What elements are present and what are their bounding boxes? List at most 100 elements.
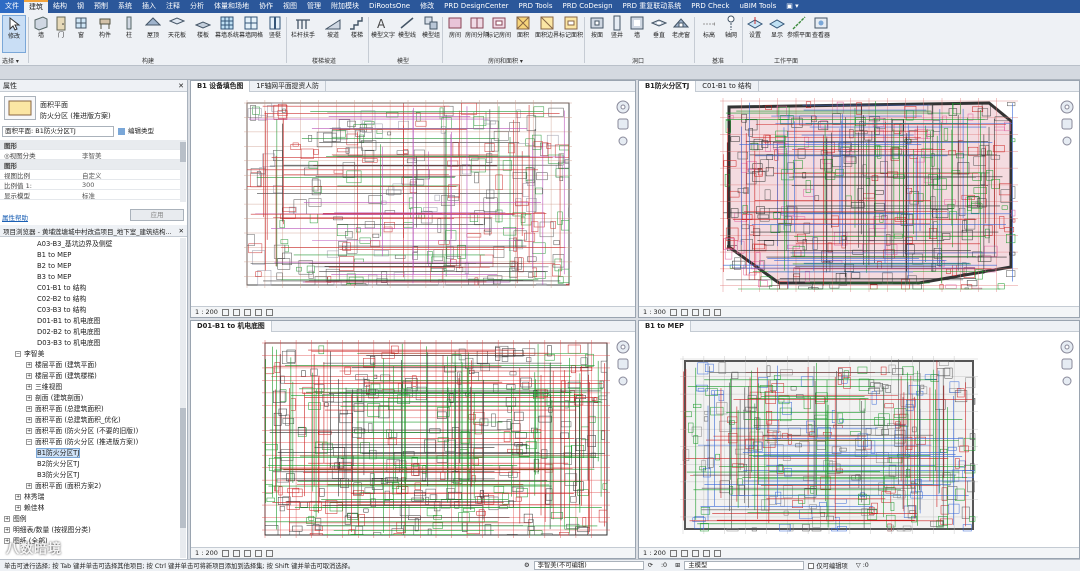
tab-prd-link[interactable]: PRD 重复联动系统: [618, 0, 687, 13]
component-button[interactable]: 构件: [94, 15, 116, 39]
browser-tree-item[interactable]: C01-B1 to 结构: [37, 283, 86, 294]
tab-analyze[interactable]: 分析: [185, 0, 209, 13]
expand-toggle-icon[interactable]: +: [4, 527, 10, 533]
browser-tree-item[interactable]: − 李智美: [15, 349, 44, 360]
editable-only-toggle[interactable]: 仅可编辑项: [804, 561, 851, 570]
ramp-button[interactable]: 坡道: [322, 15, 344, 39]
browser-tree-item[interactable]: + 楼层平面 (建筑平面): [26, 360, 97, 371]
browser-tree-item[interactable]: B3防火分区TJ: [37, 470, 79, 481]
tab-structure[interactable]: 结构: [48, 0, 72, 13]
view-top-left[interactable]: B1 设备填色图 1F轴网平面提资人防 1 : 200: [190, 80, 636, 318]
shadows-icon[interactable]: [702, 549, 710, 557]
viewer-button[interactable]: 查看器: [810, 15, 832, 39]
design-option-selector[interactable]: 主模型: [684, 561, 805, 570]
browser-tree-item[interactable]: − 面积平面 (防火分区 (推进版方案)): [26, 437, 138, 448]
tab-prd-tools[interactable]: PRD Tools: [514, 0, 558, 13]
prop-row-view-scale[interactable]: 视图比例 自定义: [0, 170, 180, 180]
detail-level-icon[interactable]: [669, 549, 677, 557]
expand-toggle-icon[interactable]: +: [4, 516, 10, 522]
navigation-bar[interactable]: [1060, 99, 1074, 153]
close-icon[interactable]: ✕: [178, 82, 184, 90]
tab-annotate[interactable]: 注释: [161, 0, 185, 13]
tab-view[interactable]: 视图: [278, 0, 302, 13]
expand-toggle-icon[interactable]: +: [26, 483, 32, 489]
browser-tree-item[interactable]: + 三维视图: [26, 382, 62, 393]
expand-toggle-icon[interactable]: +: [26, 373, 32, 379]
detail-level-icon[interactable]: [221, 549, 229, 557]
visual-style-icon[interactable]: [232, 549, 240, 557]
view-scale[interactable]: 1 : 200: [195, 308, 218, 316]
column-button[interactable]: 柱: [118, 15, 140, 39]
browser-tree-item[interactable]: D01-B1 to 机电底图: [37, 316, 100, 327]
area-button[interactable]: 面积: [512, 15, 534, 39]
sun-path-icon[interactable]: [243, 549, 251, 557]
sun-path-icon[interactable]: [691, 308, 699, 316]
area-boundary-button[interactable]: 面积边界: [535, 15, 559, 39]
show-workplane-button[interactable]: 显示: [766, 15, 788, 39]
door-button[interactable]: 门: [50, 15, 72, 39]
tab-massing[interactable]: 体量和场地: [209, 0, 254, 13]
select-dropdown[interactable]: 选择 ▾: [2, 56, 19, 65]
tab-insert[interactable]: 插入: [137, 0, 161, 13]
navigation-bar[interactable]: [616, 99, 630, 153]
expand-toggle-icon[interactable]: −: [15, 351, 21, 357]
browser-scrollbar[interactable]: [180, 238, 186, 558]
view-scale[interactable]: 1 : 200: [195, 549, 218, 557]
navigation-bar[interactable]: [1060, 339, 1074, 393]
browser-tree-item[interactable]: + 楼层平面 (建筑楼梯): [26, 371, 97, 382]
browser-tree-item[interactable]: C02-B2 to 结构: [37, 294, 86, 305]
design-option-icon[interactable]: ⊞: [671, 562, 684, 569]
instance-selector[interactable]: 面积平面: B1防火分区TJ: [2, 126, 114, 137]
expand-toggle-icon[interactable]: +: [26, 395, 32, 401]
browser-tree-item[interactable]: B2防火分区TJ: [37, 459, 79, 470]
sync-icon[interactable]: ⟳: [644, 562, 657, 569]
tab-steel[interactable]: 钢: [72, 0, 89, 13]
browser-tree-item[interactable]: + 面积平面 (总建筑面积_优化): [26, 415, 121, 426]
view-tab[interactable]: B1防火分区TJ: [639, 81, 697, 92]
expand-toggle-icon[interactable]: +: [15, 505, 21, 511]
visual-style-icon[interactable]: [680, 549, 688, 557]
expand-toggle-icon[interactable]: +: [26, 384, 32, 390]
view-scale[interactable]: 1 : 200: [643, 549, 666, 557]
crop-view-icon[interactable]: [713, 308, 721, 316]
expand-toggle-icon[interactable]: +: [26, 406, 32, 412]
curtain-grid-button[interactable]: 幕墙网格: [239, 15, 263, 39]
browser-tree-item[interactable]: B1 to MEP: [37, 250, 71, 261]
browser-tree-item[interactable]: + 剖面 (建筑剖面): [26, 393, 83, 404]
browser-tree-item[interactable]: + 面积平面 (总建筑面积): [26, 404, 104, 415]
browser-tree-item[interactable]: D03-B3 to 机电底图: [37, 338, 100, 349]
ceiling-button[interactable]: 天花板: [166, 15, 188, 39]
crop-view-icon[interactable]: [265, 549, 273, 557]
sun-path-icon[interactable]: [691, 549, 699, 557]
browser-tree-item[interactable]: + 面积平面 (防火分区 (不要的旧版)): [26, 426, 138, 437]
view-tab[interactable]: D01-B1 to 机电底图: [191, 321, 272, 332]
visual-style-icon[interactable]: [232, 308, 240, 316]
browser-tree-item[interactable]: B1防火分区TJ: [35, 448, 81, 459]
browser-tree-item[interactable]: + 赖佳林: [15, 503, 44, 514]
detail-level-icon[interactable]: [221, 308, 229, 316]
tab-prd-designcenter[interactable]: PRD DesignCenter: [439, 0, 513, 13]
tab-systems[interactable]: 系统: [113, 0, 137, 13]
tab-file[interactable]: 文件: [0, 0, 24, 13]
view-bottom-left[interactable]: D01-B1 to 机电底图 1 : 200: [190, 320, 636, 559]
room-separator-button[interactable]: 房间分隔: [465, 15, 489, 39]
tab-precast[interactable]: 预制: [89, 0, 113, 13]
visual-style-icon[interactable]: [680, 308, 688, 316]
view-tab[interactable]: B1 to MEP: [639, 321, 691, 332]
view-tab[interactable]: C01-B1 to 结构: [696, 81, 759, 92]
window-button[interactable]: 窗: [70, 15, 92, 39]
model-group-button[interactable]: 模型组: [420, 15, 442, 39]
workset-selector[interactable]: 李智美(不可编辑): [533, 561, 644, 570]
room-button[interactable]: 房间: [444, 15, 466, 39]
reference-plane-button[interactable]: 参照平面: [787, 15, 811, 39]
tab-architecture[interactable]: 建筑: [24, 0, 48, 13]
stair-button[interactable]: 楼梯: [346, 15, 368, 39]
expand-toggle-icon[interactable]: −: [26, 439, 32, 445]
mullion-button[interactable]: 竖梃: [264, 15, 286, 39]
tab-dirootsone[interactable]: DiRootsOne: [364, 0, 415, 13]
expand-toggle-icon[interactable]: +: [15, 494, 21, 500]
browser-tree-item[interactable]: + 林秀瑞: [15, 492, 44, 503]
browser-tree-item[interactable]: A03-B3_基坑边界及侧壁: [37, 239, 112, 250]
tag-area-button[interactable]: 标记面积: [559, 15, 583, 39]
floor-button[interactable]: 楼板: [192, 15, 214, 39]
